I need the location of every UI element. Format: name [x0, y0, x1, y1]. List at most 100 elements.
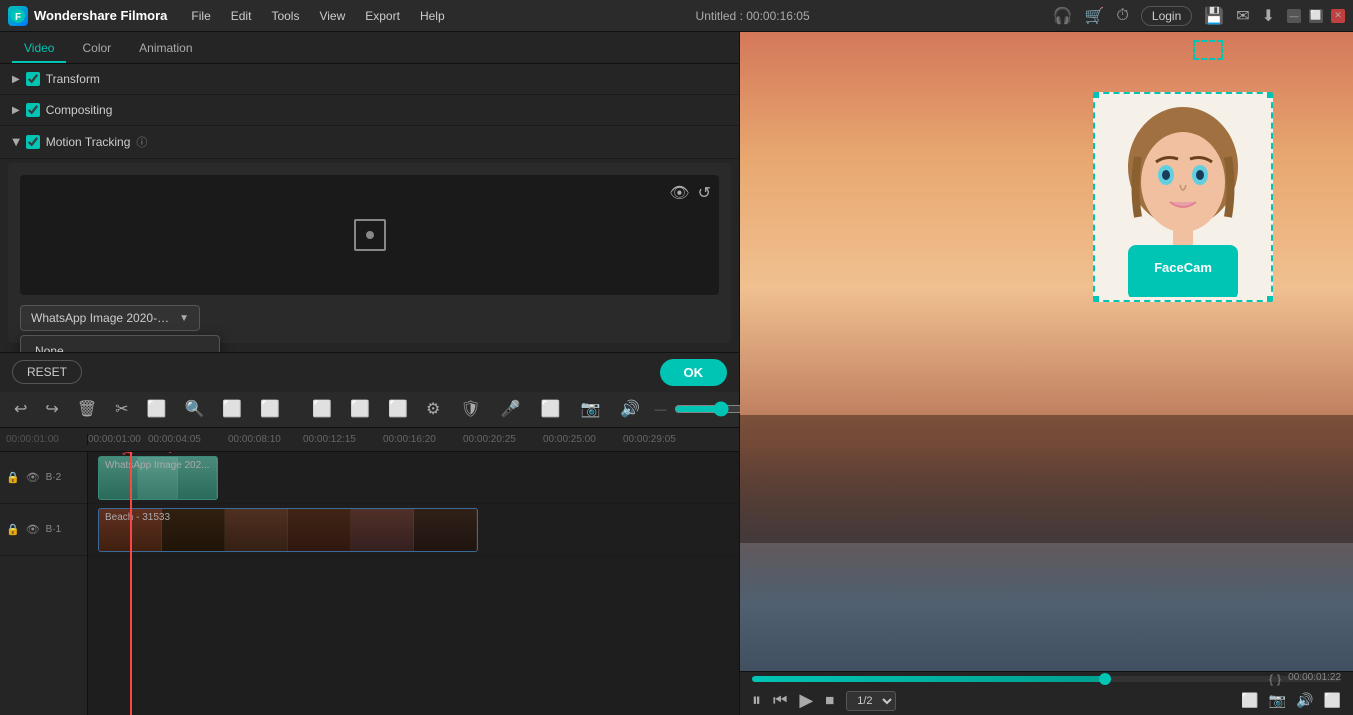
pause-button[interactable]: ⏸: [752, 690, 761, 711]
screenshot-icon[interactable]: 📷: [574, 395, 606, 423]
playback-controls: { } 00:00:01:22 ⏸ ⏮ ▶ ⏹ 1/2 ⬜ 📷 🔊 ⬜: [740, 671, 1353, 715]
delete-button[interactable]: 🗑: [71, 395, 103, 423]
resize-button[interactable]: ⬜: [344, 395, 376, 423]
stop-button[interactable]: ⏹: [825, 690, 834, 711]
motion-tracking-content: 👁 ↺ WhatsApp Image 2020-1... ▼ None What…: [8, 163, 731, 343]
volume-icon[interactable]: 🔊: [614, 395, 646, 423]
snapshot-icon[interactable]: 📷: [1269, 692, 1286, 709]
corner-handle-tr[interactable]: [1267, 92, 1273, 98]
step-back-button[interactable]: ⏮: [773, 692, 787, 710]
corner-handle-bl[interactable]: [1093, 296, 1099, 302]
zoom-in-button[interactable]: 🔍: [178, 395, 210, 423]
app-logo: F Wondershare Filmora: [8, 6, 167, 26]
motion-tracking-section[interactable]: ▶ Motion Tracking ⓘ: [0, 126, 739, 159]
progress-thumb[interactable]: [1099, 673, 1111, 685]
progress-bar[interactable]: { } 00:00:01:22: [752, 676, 1341, 682]
cart-icon[interactable]: 🛒: [1084, 6, 1104, 26]
fullscreen-icon[interactable]: ⬜: [1324, 692, 1341, 709]
transform-checkbox[interactable]: [26, 72, 40, 86]
ok-button[interactable]: OK: [660, 359, 728, 386]
progress-fill: [752, 676, 1105, 682]
tab-color[interactable]: Color: [70, 35, 123, 63]
tracks-area: ✂ WhatsApp Image 202...: [88, 452, 739, 715]
bracket-out-icon: }: [1277, 672, 1281, 686]
image-clip[interactable]: WhatsApp Image 202...: [98, 456, 218, 500]
shield-icon[interactable]: 🛡: [454, 395, 486, 423]
controls-row: ⏸ ⏮ ▶ ⏹ 1/2 ⬜ 📷 🔊 ⬜: [752, 690, 1341, 711]
motion-tracking-title: Motion Tracking: [46, 135, 131, 149]
compositing-arrow: ▶: [12, 105, 20, 116]
tabs-bar: Video Color Animation: [0, 32, 739, 64]
track1-eye-icon[interactable]: 👁: [26, 523, 40, 536]
app-name: Wondershare Filmora: [34, 8, 167, 23]
track2-lock-icon[interactable]: 🔒: [6, 471, 20, 484]
menu-export[interactable]: Export: [357, 5, 408, 27]
transform-section[interactable]: ▶ Transform: [0, 64, 739, 95]
menu-file[interactable]: File: [183, 5, 218, 27]
track-label-2: 🔒 👁 B·2: [0, 452, 87, 504]
detach-icon[interactable]: ⬜: [535, 395, 567, 423]
menu-tools[interactable]: Tools: [263, 5, 307, 27]
headphone-icon[interactable]: 🎧: [1053, 6, 1073, 26]
clock-icon[interactable]: ⏱: [1116, 7, 1128, 25]
timeline-content: 🔒 👁 B·2 🔒 👁 B·1 ✂: [0, 452, 739, 715]
transform-button[interactable]: ⬜: [216, 395, 248, 423]
settings-icon[interactable]: ⚙: [420, 395, 446, 423]
preview-overlay-image[interactable]: FaceCam: [1093, 92, 1273, 302]
progress-brackets: { }: [1269, 672, 1281, 686]
menu-help[interactable]: Help: [412, 5, 453, 27]
compositing-checkbox[interactable]: [26, 103, 40, 117]
minimize-button[interactable]: —: [1287, 9, 1301, 23]
reset-button[interactable]: RESET: [12, 360, 82, 384]
crop-button[interactable]: ⬜: [141, 395, 173, 423]
speed-select[interactable]: 1/2: [846, 691, 896, 711]
redo-button[interactable]: ↪: [39, 395, 64, 423]
track-label-1: 🔒 👁 B·1: [0, 504, 87, 556]
transform-title: Transform: [46, 72, 100, 86]
tracking-target: [354, 219, 386, 251]
dropdown-option-none[interactable]: None: [21, 336, 219, 352]
properties-panel: ▶ Transform ▶ Compositing ▶ Motion Track…: [0, 64, 739, 352]
save-icon[interactable]: 💾: [1204, 6, 1224, 26]
menu-bar: F Wondershare Filmora File Edit Tools Vi…: [0, 0, 1353, 32]
tab-animation[interactable]: Animation: [127, 35, 204, 63]
track2-eye-icon[interactable]: 👁: [26, 471, 40, 484]
undo-button[interactable]: ↩: [8, 395, 33, 423]
ai-button[interactable]: ⬜: [254, 395, 286, 423]
split-button[interactable]: ⬜: [306, 395, 338, 423]
track-labels: 🔒 👁 B·2 🔒 👁 B·1: [0, 452, 88, 715]
motion-tracking-arrow: ▶: [10, 138, 21, 146]
dropdown-menu: None WhatsApp Image 2020-1... Import fro…: [20, 335, 220, 352]
cut-button[interactable]: ✂: [109, 395, 134, 423]
audio-preview-icon[interactable]: 🔊: [1296, 692, 1313, 709]
app-logo-icon: F: [8, 6, 28, 26]
track-target-dropdown[interactable]: WhatsApp Image 2020-1... ▼: [20, 305, 200, 331]
video-clip[interactable]: Beach - 31533: [98, 508, 478, 552]
download-icon[interactable]: ⬇: [1262, 6, 1275, 26]
close-button[interactable]: ✕: [1331, 9, 1345, 23]
login-button[interactable]: Login: [1141, 6, 1192, 26]
track2-num: B·2: [46, 472, 62, 483]
menu-edit[interactable]: Edit: [223, 5, 260, 27]
audio-button[interactable]: ⬜: [382, 395, 414, 423]
corner-handle-br[interactable]: [1267, 296, 1273, 302]
tab-video[interactable]: Video: [12, 35, 66, 63]
compositing-section[interactable]: ▶ Compositing: [0, 95, 739, 126]
window-title: Untitled : 00:00:16:05: [457, 9, 1049, 23]
track1-lock-icon[interactable]: 🔒: [6, 523, 20, 536]
motion-tracking-help-icon[interactable]: ⓘ: [136, 134, 147, 150]
menu-view[interactable]: View: [311, 5, 353, 27]
frame-export-icon[interactable]: ⬜: [1241, 692, 1258, 709]
timeline-ruler: 00:00:01:00 00:00:01:00 00:00:04:05 00:0…: [0, 428, 739, 452]
visibility-icon[interactable]: 👁: [669, 183, 689, 203]
maximize-button[interactable]: ⬜: [1309, 9, 1323, 23]
play-button[interactable]: ▶: [799, 690, 813, 711]
compositing-title: Compositing: [46, 103, 113, 117]
mic-icon[interactable]: 🎤: [495, 395, 527, 423]
refresh-icon[interactable]: ↺: [698, 183, 711, 203]
dropdown-value: WhatsApp Image 2020-1...: [31, 311, 171, 325]
avatar-image: FaceCam: [1098, 97, 1268, 297]
mail-icon[interactable]: ✉: [1236, 6, 1249, 26]
motion-tracking-checkbox[interactable]: [26, 135, 40, 149]
corner-handle-tl[interactable]: [1093, 92, 1099, 98]
